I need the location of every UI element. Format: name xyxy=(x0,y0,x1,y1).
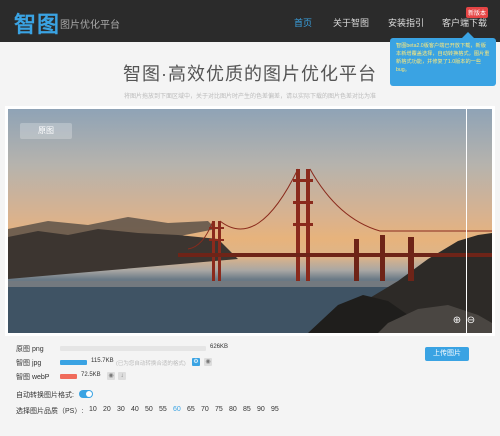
image-preview: 原图 ⊕ ⊖ xyxy=(8,109,492,333)
golden-gate-photo xyxy=(8,168,492,333)
page-title: 智图·高效优质的图片优化平台 xyxy=(123,64,377,84)
quality-option[interactable]: 90 xyxy=(257,406,265,413)
logo[interactable]: 智图 xyxy=(14,7,60,39)
quality-option[interactable]: 20 xyxy=(103,406,111,413)
result-row-jpg: 智图 jpg 115.7KB (已为您自动转换合适的格式) ⚙ ◉ xyxy=(16,358,212,368)
quality-option[interactable]: 30 xyxy=(117,406,125,413)
size-value: 115.7KB xyxy=(91,358,114,364)
compare-slider-handle[interactable] xyxy=(466,109,467,333)
new-version-badge: 新版本 xyxy=(466,7,489,18)
quality-option[interactable]: 75 xyxy=(215,406,223,413)
quality-option[interactable]: 70 xyxy=(201,406,209,413)
download-icon[interactable]: ↓ xyxy=(118,372,126,380)
quality-row: 选择图片品质（PS）: 10 20 30 40 50 55 60 65 70 7… xyxy=(16,406,279,416)
image-drop-area[interactable]: 原图 ⊕ ⊖ xyxy=(5,106,495,336)
auto-convert-label: 自动转换图片格式: xyxy=(16,392,74,399)
zoom-in-icon[interactable]: ⊕ xyxy=(451,315,463,327)
quality-option[interactable]: 10 xyxy=(89,406,97,413)
format-note: (已为您自动转换合适的格式) xyxy=(116,361,186,367)
size-value: 626KB xyxy=(210,344,229,350)
result-label: 智图 jpg xyxy=(16,360,42,367)
quality-option[interactable]: 55 xyxy=(159,406,167,413)
quality-option[interactable]: 85 xyxy=(243,406,251,413)
size-bar-original xyxy=(60,346,206,351)
quality-label: 选择图片品质（PS）: xyxy=(16,408,84,415)
logo-subtitle: 图片优化平台 xyxy=(60,20,120,31)
size-value: 72.5KB xyxy=(81,372,101,378)
quality-option[interactable]: 65 xyxy=(187,406,195,413)
result-label: 智图 webP xyxy=(16,374,50,381)
nav-home[interactable]: 首页 xyxy=(294,16,312,29)
result-row-webp: 智图 webP 72.5KB ◉ ↓ xyxy=(16,372,126,382)
result-row-original: 原图 png 626KB xyxy=(16,344,228,354)
preview-icon[interactable]: ◉ xyxy=(107,372,115,380)
quality-option[interactable]: 80 xyxy=(229,406,237,413)
preview-icon[interactable]: ◉ xyxy=(204,358,212,366)
zoom-out-icon[interactable]: ⊖ xyxy=(465,315,477,327)
nav-install-guide[interactable]: 安装指引 xyxy=(388,16,424,29)
quality-option[interactable]: 50 xyxy=(145,406,153,413)
size-bar-jpg xyxy=(60,360,87,365)
auto-convert-toggle[interactable] xyxy=(79,390,93,398)
quality-option[interactable]: 95 xyxy=(271,406,279,413)
nav-about[interactable]: 关于智图 xyxy=(333,16,369,29)
quality-option-selected[interactable]: 60 xyxy=(173,406,181,413)
upload-image-button[interactable]: 上传图片 xyxy=(425,347,469,361)
size-bar-webp xyxy=(60,374,77,379)
drop-hint: 将图片拖放到下面区域中，关于对比图片时产生的色差偏差，请以实际下载的图片色差对比… xyxy=(123,94,376,100)
top-header: 智图 图片优化平台 首页 关于智图 安装指引 客户端下载 新版本 xyxy=(0,0,500,42)
original-image-button[interactable]: 原图 xyxy=(20,123,72,139)
settings-icon[interactable]: ⚙ xyxy=(192,358,200,366)
result-label: 原图 png xyxy=(16,346,44,353)
auto-convert-row: 自动转换图片格式: xyxy=(16,390,93,400)
quality-option[interactable]: 40 xyxy=(131,406,139,413)
